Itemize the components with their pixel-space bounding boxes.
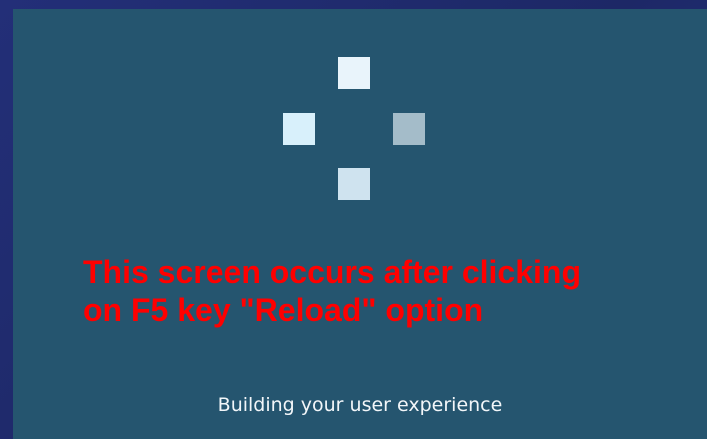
spinner-square-top <box>338 57 370 89</box>
loading-screen-panel: This screen occurs after clicking on F5 … <box>13 9 707 439</box>
spinner-square-bottom <box>338 168 370 200</box>
spinner-square-right <box>393 113 425 145</box>
spinner-square-left <box>283 113 315 145</box>
loading-status-text: Building your user experience <box>217 394 503 416</box>
annotation-line-1: This screen occurs after clicking <box>83 254 581 290</box>
annotation-text: This screen occurs after clicking on F5 … <box>83 253 693 329</box>
annotation-line-2: on F5 key "Reload" option <box>83 292 484 328</box>
